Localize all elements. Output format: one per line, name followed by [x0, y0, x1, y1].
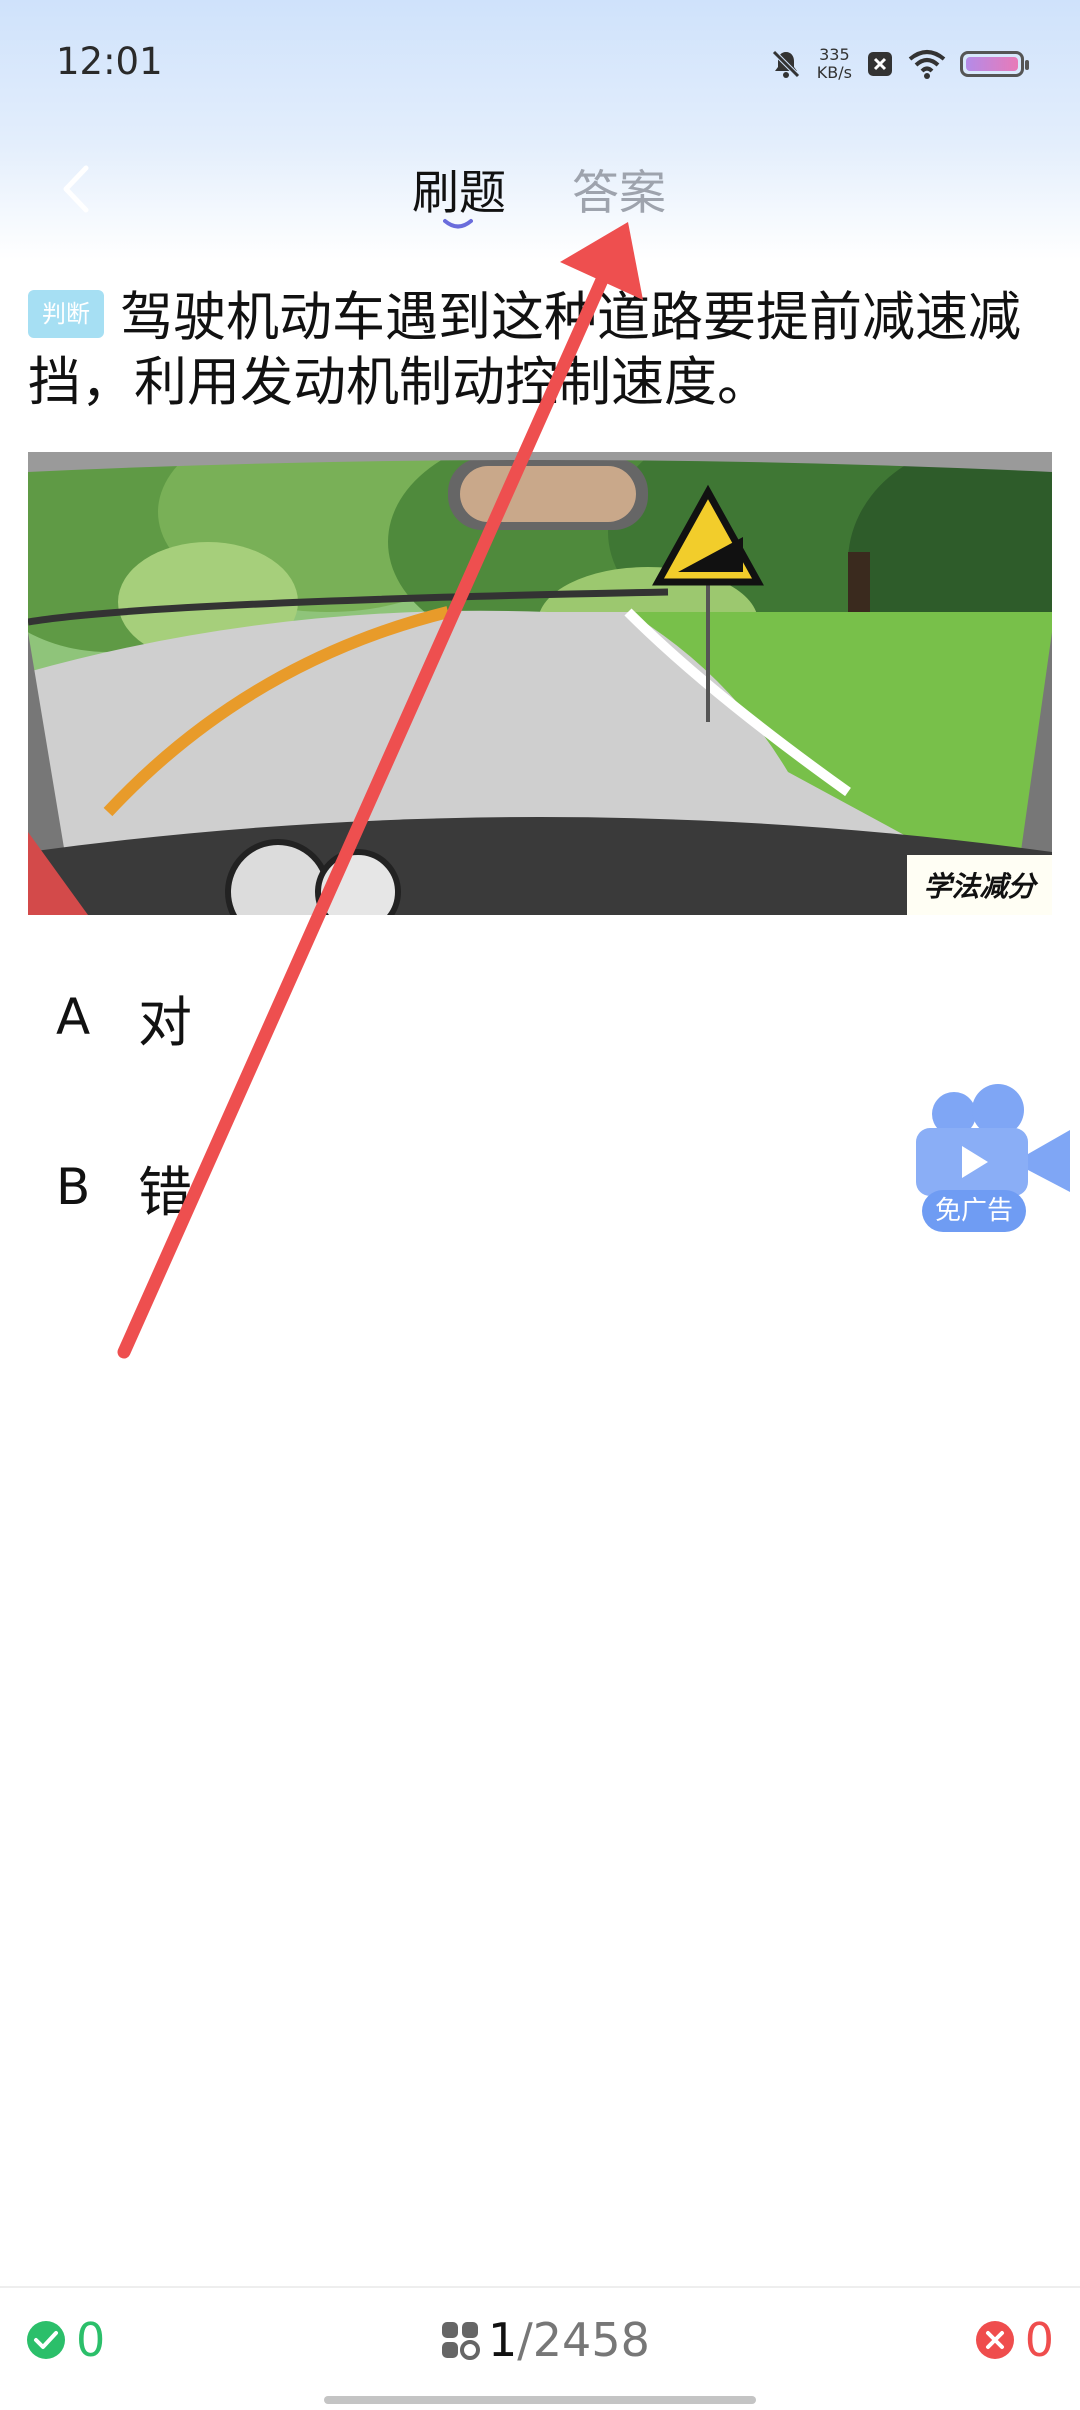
wrong-count[interactable]: 0 [975, 2308, 1054, 2372]
bottom-bar: 0 1 /2458 0 [0, 2286, 1080, 2410]
check-circle-icon [27, 2321, 65, 2359]
wrong-count-value: 0 [1024, 2313, 1054, 2367]
status-icons: 335 KB/s [769, 40, 1029, 88]
question-progress[interactable]: 1 /2458 [440, 2308, 650, 2372]
status-bar: 12:01 335 KB/s [0, 0, 1080, 120]
option-letter: B [56, 1158, 91, 1216]
question-image: 学法减分 [28, 452, 1052, 915]
option-b[interactable]: B 错 [56, 1147, 192, 1227]
current-question-number: 1 [488, 2313, 518, 2367]
battery-level [966, 57, 1018, 71]
tab-practice[interactable]: 刷题 [412, 154, 506, 223]
grid-menu-icon [442, 2322, 480, 2360]
close-box-icon [868, 52, 892, 76]
road-scene-illustration [28, 452, 1052, 915]
net-speed: 335 KB/s [817, 46, 852, 82]
video-camera-icon [916, 1084, 1070, 1196]
question-type-badge: 判断 [28, 290, 104, 339]
cross-circle-icon [975, 2321, 1014, 2359]
mute-bell-icon [772, 50, 800, 78]
net-speed-unit: KB/s [816, 63, 852, 82]
active-tab-indicator [443, 219, 473, 229]
option-letter: A [56, 988, 91, 1046]
status-time: 12:01 [56, 40, 163, 83]
question-text: 驾驶机动车遇到这种道路要提前减速减挡，利用发动机制动控制速度。 [28, 287, 1021, 413]
image-watermark: 学法减分 [907, 855, 1052, 915]
battery-icon [960, 51, 1029, 77]
home-indicator[interactable] [324, 2396, 756, 2404]
correct-count-value: 0 [76, 2313, 106, 2367]
ad-free-label: 免广告 [922, 1190, 1026, 1232]
total-question-count: /2458 [517, 2313, 650, 2367]
option-text: 错 [138, 1160, 192, 1224]
back-arrow-icon[interactable] [44, 154, 114, 224]
ad-free-button[interactable]: 免广告 [912, 1084, 1072, 1234]
top-nav: 刷题 答案 [0, 140, 1080, 240]
tab-answer[interactable]: 答案 [572, 154, 666, 223]
option-text: 对 [138, 990, 192, 1054]
correct-count[interactable]: 0 [26, 2308, 105, 2372]
option-a[interactable]: A 对 [56, 977, 192, 1057]
wifi-icon [908, 50, 946, 79]
question-text-block: 判断 驾驶机动车遇到这种道路要提前减速减挡，利用发动机制动控制速度。 [28, 285, 1058, 415]
net-speed-value: 335 [819, 45, 850, 64]
